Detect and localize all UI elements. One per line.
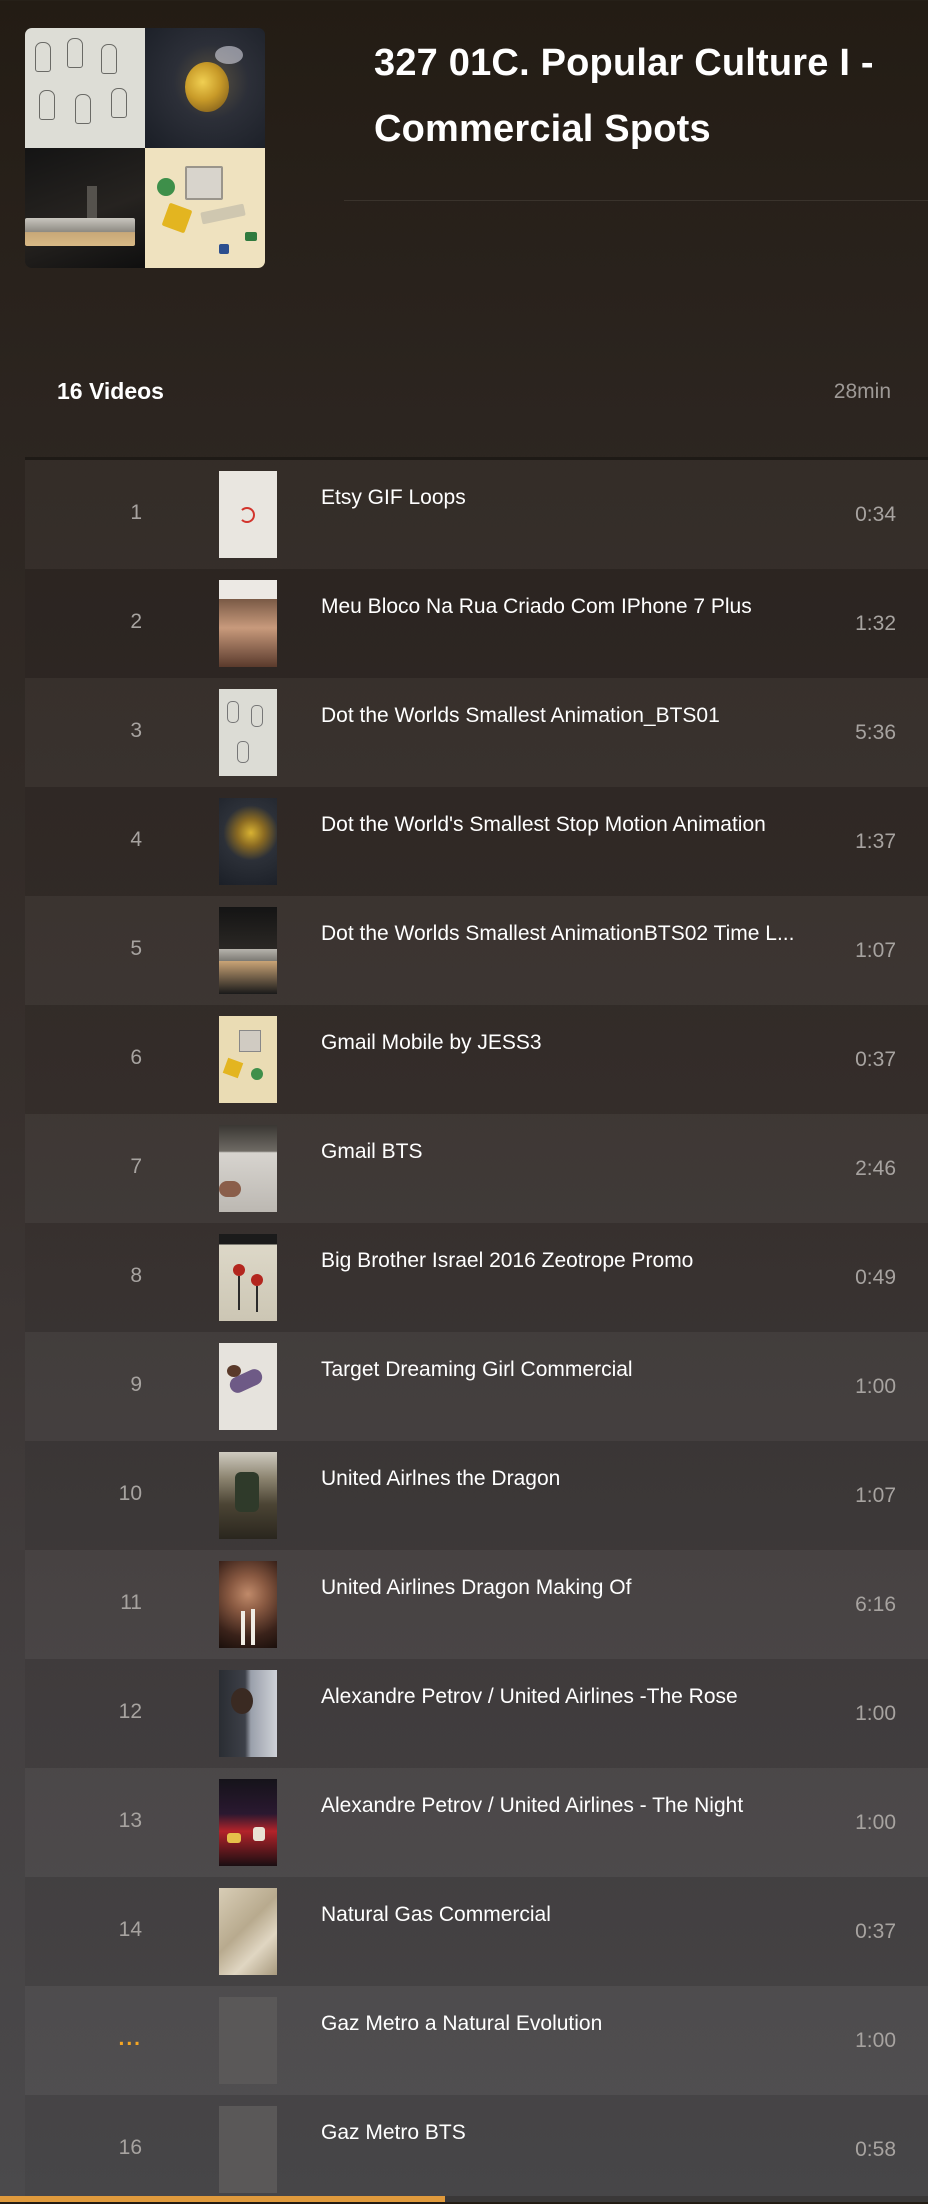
cover-tile-sketches [25,28,145,148]
video-row[interactable]: 10 United Airlnes the Dragon 1:07 [25,1441,928,1550]
video-title[interactable]: Target Dreaming Girl Commercial [321,1358,841,1382]
video-thumbnail[interactable] [219,689,277,776]
video-title[interactable]: United Airlines Dragon Making Of [321,1576,841,1600]
video-duration: 1:00 [855,2029,896,2052]
video-index: 1 [130,501,142,524]
video-thumbnail[interactable] [219,580,277,667]
cover-tile-toys [145,148,265,268]
video-title[interactable]: Alexandre Petrov / United Airlines - The… [321,1794,841,1818]
video-thumbnail[interactable] [219,471,277,558]
total-duration: 28min [833,380,891,403]
video-duration: 0:58 [855,2138,896,2161]
video-title[interactable]: Meu Bloco Na Rua Criado Com IPhone 7 Plu… [321,595,841,619]
video-index: 14 [118,1918,142,1941]
video-duration: 0:37 [855,1048,896,1071]
video-index: 6 [130,1046,142,1069]
video-index: 10 [118,1482,142,1505]
playlist-title: 327 01C. Popular Culture I - Commercial … [374,42,874,150]
video-thumbnail[interactable] [219,1779,277,1866]
video-row[interactable]: 4 Dot the World's Smallest Stop Motion A… [25,787,928,896]
video-duration: 2:46 [855,1157,896,1180]
video-thumbnail[interactable] [219,798,277,885]
video-title[interactable]: Etsy GIF Loops [321,486,841,510]
video-row[interactable]: 13 Alexandre Petrov / United Airlines - … [25,1768,928,1877]
video-row[interactable]: 9 Target Dreaming Girl Commercial 1:00 [25,1332,928,1441]
video-title[interactable]: Natural Gas Commercial [321,1903,841,1927]
video-title[interactable]: Gaz Metro a Natural Evolution [321,2012,841,2036]
playback-progress-fill [0,2196,446,2202]
video-count: 16 Videos [57,378,164,404]
video-row[interactable]: 14 Natural Gas Commercial 0:37 [25,1877,928,1986]
video-index: 5 [130,937,142,960]
playback-progress-bar[interactable] [0,2196,928,2202]
video-index: 16 [118,2136,142,2159]
video-duration: 0:34 [855,503,896,526]
video-row-now-playing[interactable]: ... Gaz Metro a Natural Evolution 1:00 [25,1986,928,2095]
video-title[interactable]: Big Brother Israel 2016 Zeotrope Promo [321,1249,841,1273]
video-index: 3 [130,719,142,742]
video-duration: 0:37 [855,1920,896,1943]
video-thumbnail[interactable] [219,1343,277,1430]
video-thumbnail[interactable] [219,1670,277,1757]
video-row[interactable]: 7 Gmail BTS 2:46 [25,1114,928,1223]
video-index: 8 [130,1264,142,1287]
video-row[interactable]: 6 Gmail Mobile by JESS3 0:37 [25,1005,928,1114]
video-duration: 1:00 [855,1702,896,1725]
video-duration: 1:32 [855,612,896,635]
video-row[interactable]: 16 Gaz Metro BTS 0:58 [25,2095,928,2204]
video-index: 2 [130,610,142,633]
video-thumbnail[interactable] [219,907,277,994]
video-title[interactable]: Dot the Worlds Smallest AnimationBTS02 T… [321,922,841,946]
cover-tile-bee [145,28,265,148]
video-row[interactable]: 1 Etsy GIF Loops 0:34 [25,460,928,569]
video-row[interactable]: 8 Big Brother Israel 2016 Zeotrope Promo… [25,1223,928,1332]
video-thumbnail[interactable] [219,1452,277,1539]
video-row[interactable]: 5 Dot the Worlds Smallest AnimationBTS02… [25,896,928,1005]
video-index: 12 [118,1700,142,1723]
video-row[interactable]: 3 Dot the Worlds Smallest Animation_BTS0… [25,678,928,787]
video-list: 1 Etsy GIF Loops 0:34 2 Meu Bloco Na Rua… [25,460,928,2204]
video-row[interactable]: 12 Alexandre Petrov / United Airlines -T… [25,1659,928,1768]
video-title[interactable]: Dot the Worlds Smallest Animation_BTS01 [321,704,841,728]
video-thumbnail[interactable] [219,1234,277,1321]
video-index: 7 [130,1155,142,1178]
video-thumbnail[interactable] [219,1016,277,1103]
video-duration: 0:49 [855,1266,896,1289]
video-title[interactable]: Dot the World's Smallest Stop Motion Ani… [321,813,841,837]
video-duration: 6:16 [855,1593,896,1616]
video-thumbnail[interactable] [219,1997,277,2084]
video-title[interactable]: Gmail BTS [321,1140,841,1164]
divider [344,200,928,201]
video-title[interactable]: Gaz Metro BTS [321,2121,841,2145]
video-row[interactable]: 11 United Airlines Dragon Making Of 6:16 [25,1550,928,1659]
video-index: 4 [130,828,142,851]
now-playing-indicator: ... [118,2027,142,2050]
video-duration: 1:00 [855,1375,896,1398]
video-title[interactable]: Gmail Mobile by JESS3 [321,1031,841,1055]
video-index: 11 [120,1591,142,1614]
video-row[interactable]: 2 Meu Bloco Na Rua Criado Com IPhone 7 P… [25,569,928,678]
video-duration: 1:37 [855,830,896,853]
video-thumbnail[interactable] [219,1561,277,1648]
video-title[interactable]: Alexandre Petrov / United Airlines -The … [321,1685,841,1709]
video-thumbnail[interactable] [219,1125,277,1212]
cover-tile-studio [25,148,145,268]
video-duration: 1:00 [855,1811,896,1834]
video-thumbnail[interactable] [219,2106,277,2193]
video-title[interactable]: United Airlnes the Dragon [321,1467,841,1491]
playlist-cover [25,28,265,268]
video-duration: 5:36 [855,721,896,744]
video-duration: 1:07 [855,1484,896,1507]
video-index: 9 [130,1373,142,1396]
video-duration: 1:07 [855,939,896,962]
video-thumbnail[interactable] [219,1888,277,1975]
video-index: 13 [118,1809,142,1832]
